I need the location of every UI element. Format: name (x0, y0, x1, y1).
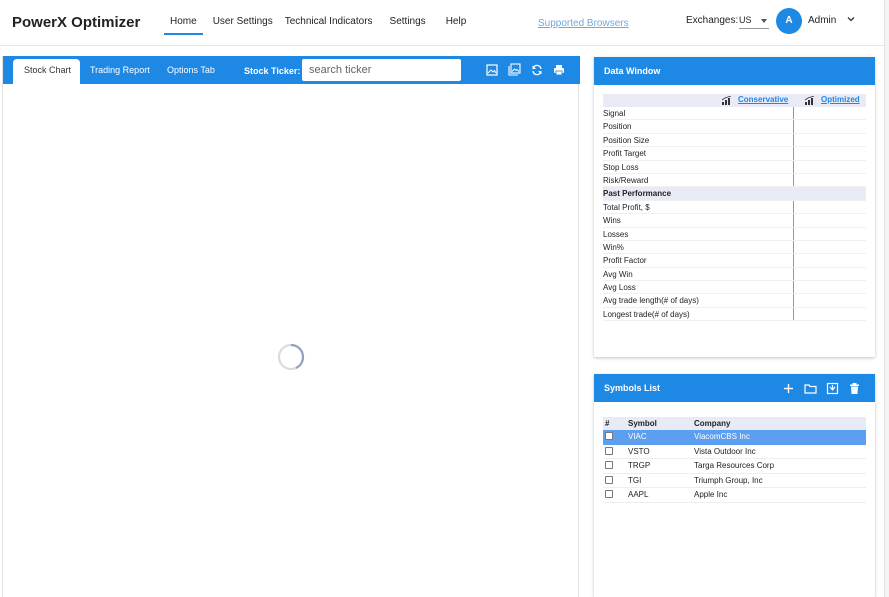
symbols-table: # Symbol Company VIAC ViacomCBS Inc VSTO… (603, 417, 866, 503)
symbol-row[interactable]: AAPL Apple Inc (603, 488, 866, 503)
data-row-total-profit: Total Profit, $ (603, 201, 866, 215)
symbol-row[interactable]: VSTO Vista Outdoor Inc (603, 445, 866, 460)
top-bar: PowerX Optimizer Home User Settings Tech… (0, 0, 889, 46)
symbol-row[interactable]: TRGP Targa Resources Corp (603, 459, 866, 474)
exchanges-label: Exchanges: (686, 15, 739, 26)
main-nav: Home User Settings Technical Indicators … (160, 0, 475, 46)
data-row-avg-trade-length: Avg trade length(# of days) (603, 294, 866, 308)
data-row-wins: Wins (603, 214, 866, 228)
row-checkbox[interactable] (605, 461, 613, 470)
conservative-column-link[interactable]: Conservative (738, 95, 788, 104)
chart-toolbar: Stock Chart Trading Report Options Tab S… (3, 56, 580, 84)
exchange-value: US (739, 15, 752, 25)
company-cell: Targa Resources Corp (694, 461, 775, 471)
print-icon[interactable] (553, 64, 565, 76)
col-header-hash: # (605, 419, 610, 428)
data-row-losses: Losses (603, 228, 866, 241)
symbols-table-header: # Symbol Company (603, 417, 866, 430)
data-row-position: Position (603, 120, 866, 134)
data-row-profit-target: Profit Target (603, 147, 866, 161)
data-row-win-pct: Win% (603, 241, 866, 255)
data-row-risk-reward: Risk/Reward (603, 174, 866, 188)
caret-down-icon (761, 19, 767, 23)
symbols-list-title: Symbols List (604, 383, 661, 393)
data-window-header-row: Conservative Optimized (603, 94, 866, 107)
row-checkbox[interactable] (605, 490, 613, 499)
gallery-icon[interactable] (508, 63, 521, 76)
nav-technical-indicators[interactable]: Technical Indicators (279, 0, 379, 46)
loading-spinner-icon (277, 343, 305, 371)
folder-icon[interactable] (804, 382, 817, 395)
trash-icon[interactable] (848, 382, 861, 395)
nav-user-settings[interactable]: User Settings (207, 0, 279, 46)
add-icon[interactable] (782, 382, 795, 395)
symbol-row[interactable]: TGI Triumph Group, Inc (603, 474, 866, 489)
past-performance-section: Past Performance (603, 187, 866, 201)
nav-settings[interactable]: Settings (379, 0, 437, 46)
data-row-signal: Signal (603, 107, 866, 121)
symbol-cell: VIAC (628, 432, 647, 441)
page-scrollbar[interactable] (884, 0, 889, 597)
refresh-icon[interactable] (531, 64, 543, 76)
symbols-list-header: Symbols List (594, 374, 875, 402)
symbols-list-actions (782, 382, 861, 395)
tab-options[interactable]: Options Tab (159, 59, 223, 84)
tab-trading-report[interactable]: Trading Report (82, 59, 158, 84)
tab-stock-chart[interactable]: Stock Chart (13, 59, 80, 84)
data-row-longest-trade: Longest trade(# of days) (603, 308, 866, 322)
data-row-avg-loss: Avg Loss (603, 281, 866, 295)
company-cell: ViacomCBS Inc (694, 432, 750, 441)
optimized-column-link[interactable]: Optimized (821, 95, 860, 104)
bar-chart-icon (722, 96, 732, 105)
nav-help[interactable]: Help (437, 0, 476, 46)
supported-browsers-link[interactable]: Supported Browsers (538, 18, 629, 29)
data-row-profit-factor: Profit Factor (603, 254, 866, 268)
company-cell: Vista Outdoor Inc (694, 446, 756, 456)
data-window-card: Data Window Conservative Optimized Signa… (594, 57, 875, 357)
username[interactable]: Admin (808, 15, 836, 26)
avatar[interactable]: A (776, 8, 802, 34)
data-row-avg-win: Avg Win (603, 268, 866, 282)
data-row-position-size: Position Size (603, 134, 866, 148)
chart-panel: Stock Chart Trading Report Options Tab S… (2, 56, 580, 597)
row-checkbox[interactable] (605, 446, 613, 455)
symbol-row[interactable]: VIAC ViacomCBS Inc (603, 430, 866, 445)
data-row-stop-loss: Stop Loss (603, 161, 866, 174)
symbol-cell: VSTO (628, 446, 650, 456)
col-header-company[interactable]: Company (694, 417, 730, 430)
company-cell: Triumph Group, Inc (694, 475, 763, 485)
row-checkbox[interactable] (605, 432, 613, 440)
symbol-cell: AAPL (628, 490, 649, 500)
nav-home[interactable]: Home (160, 0, 207, 46)
company-cell: Apple Inc (694, 490, 728, 500)
download-icon[interactable] (826, 382, 839, 395)
image-icon[interactable] (486, 64, 498, 76)
chevron-down-icon[interactable] (847, 15, 855, 23)
app-title: PowerX Optimizer (12, 14, 141, 31)
data-window-title: Data Window (594, 57, 875, 85)
ticker-search-input[interactable] (302, 59, 461, 81)
row-checkbox[interactable] (605, 475, 613, 484)
symbol-cell: TGI (628, 475, 642, 485)
bar-chart-icon (805, 96, 815, 105)
symbol-cell: TRGP (628, 461, 651, 471)
exchange-select[interactable]: US (739, 13, 769, 29)
symbols-list-card: Symbols List # Symbol Company VIAC Viaco… (594, 374, 875, 597)
stock-ticker-label: Stock Ticker: (244, 66, 301, 76)
data-window-table: Conservative Optimized Signal Position P… (603, 94, 866, 322)
col-header-symbol[interactable]: Symbol (628, 417, 657, 430)
